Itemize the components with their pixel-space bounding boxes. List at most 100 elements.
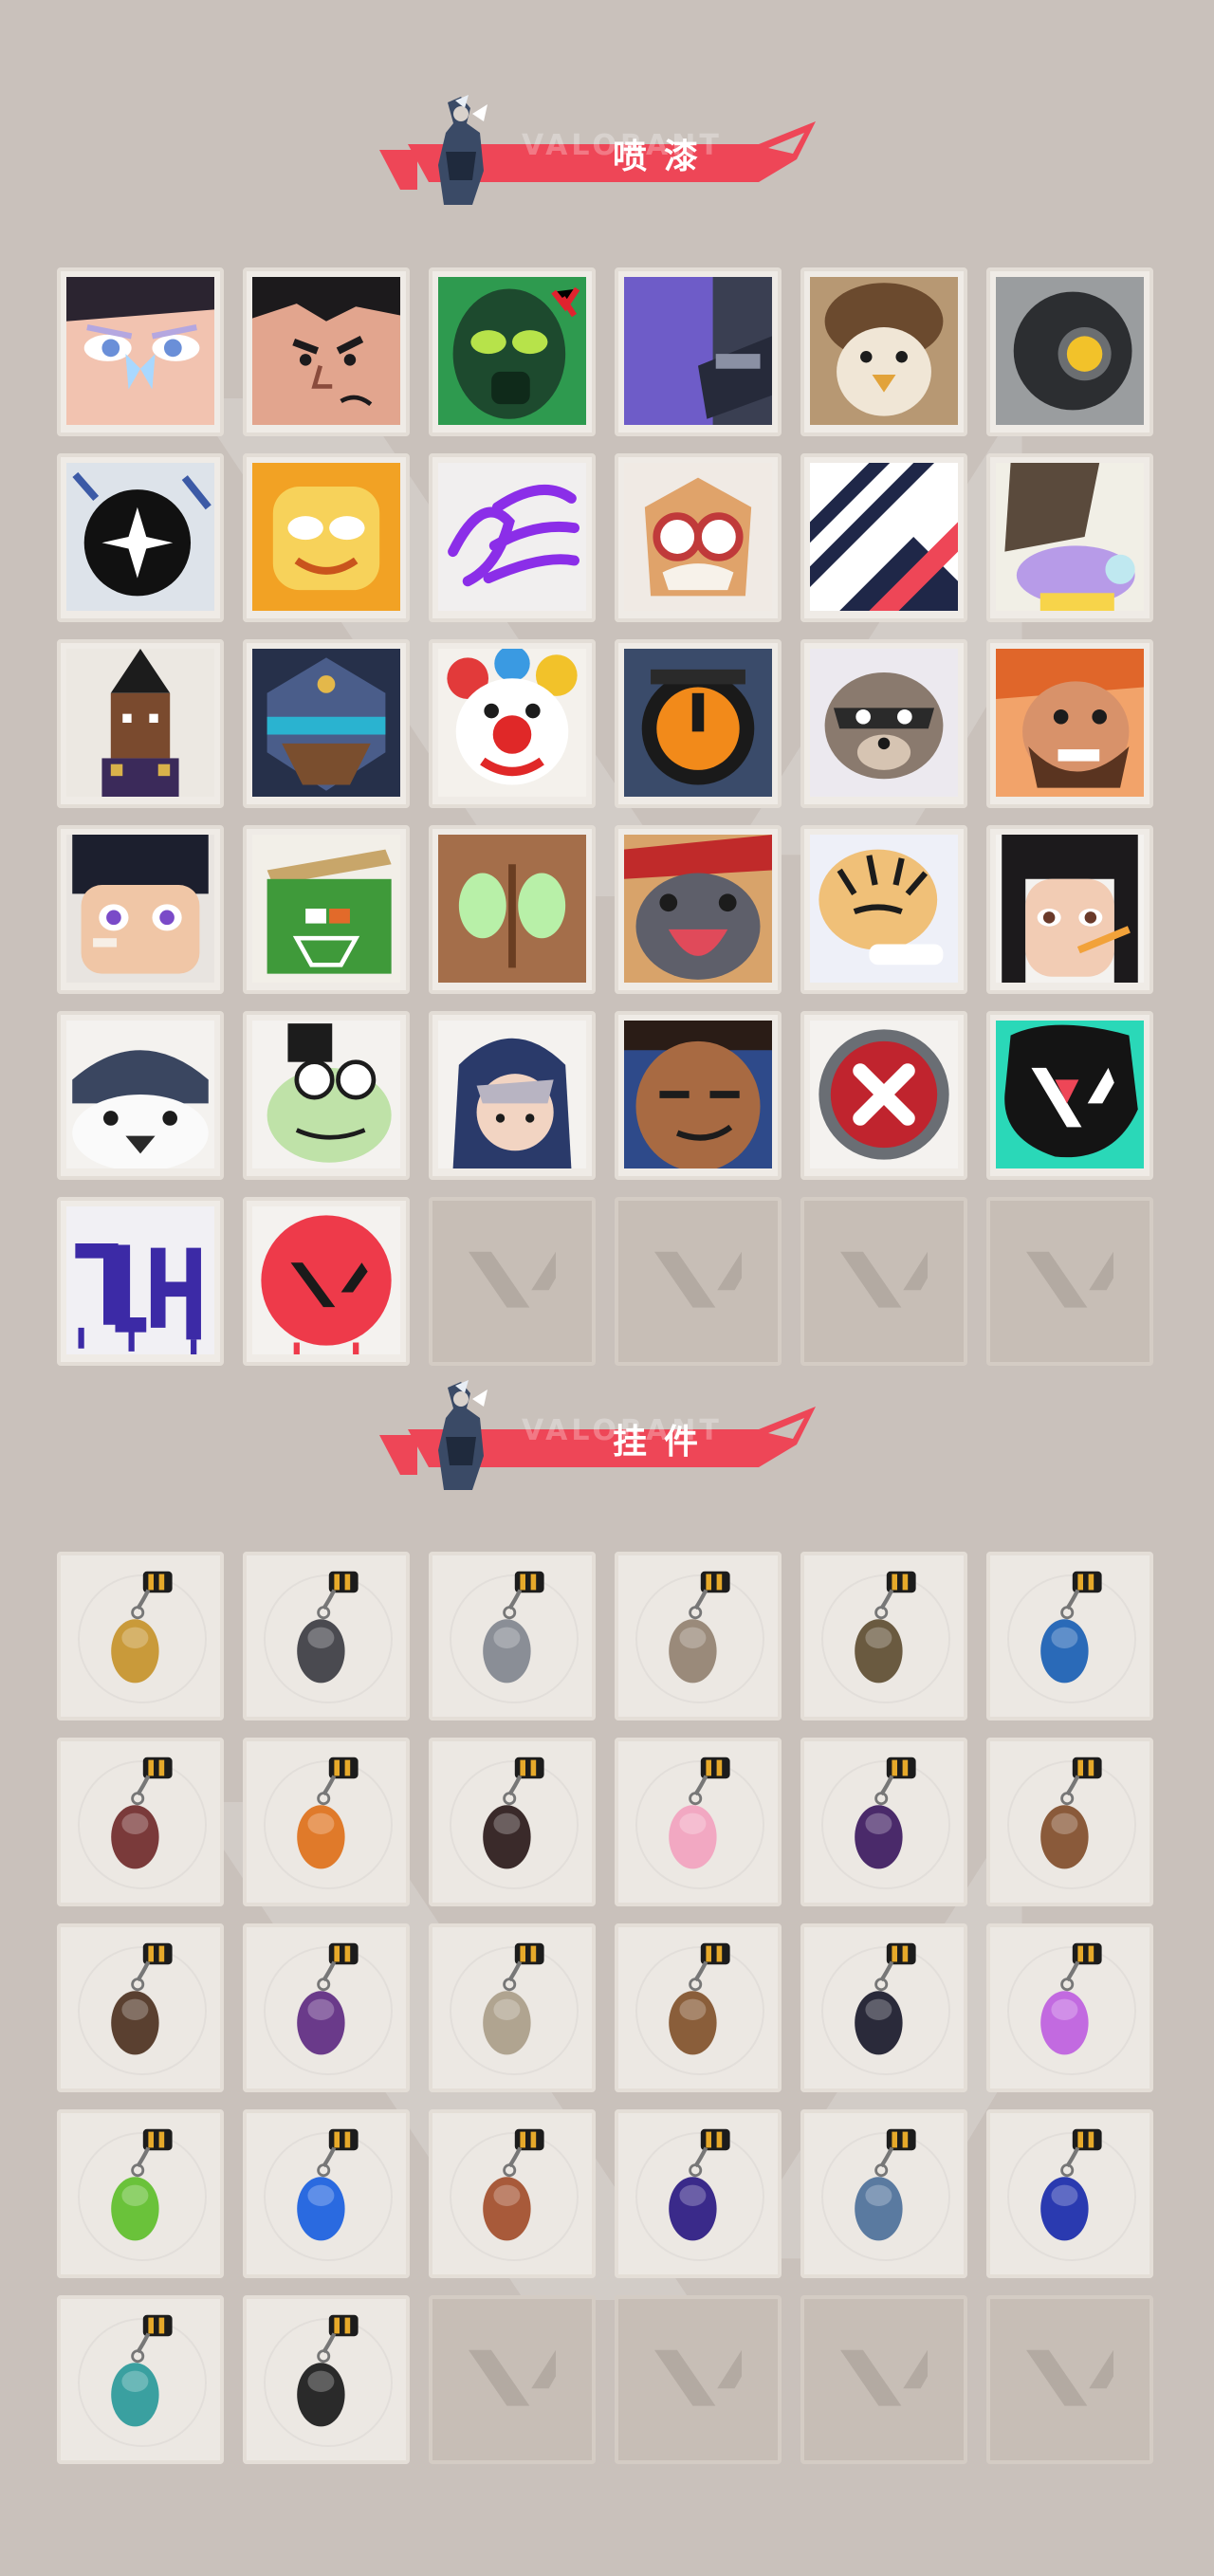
spray-tile[interactable]	[615, 639, 782, 808]
buddy-tile[interactable]	[429, 1738, 596, 1906]
buddy-tile[interactable]	[615, 1738, 782, 1906]
buddy-tile[interactable]	[243, 1552, 410, 1720]
spray-tile[interactable]	[243, 453, 410, 622]
buddy-tile[interactable]	[800, 1923, 967, 2092]
spray-tile[interactable]	[57, 825, 224, 994]
spray-tile[interactable]	[986, 1011, 1153, 1180]
spray-tile[interactable]	[243, 1011, 410, 1180]
cupcake-buddy-icon	[669, 1757, 730, 1869]
spray-tile[interactable]	[615, 267, 782, 436]
spray-tile[interactable]	[57, 639, 224, 808]
hooded-agent-spray-icon	[438, 1021, 586, 1168]
red-valorant-circle-spray-icon	[252, 1206, 400, 1354]
buddy-tile[interactable]	[57, 1552, 224, 1720]
spray-tile[interactable]	[986, 453, 1153, 622]
buddy-tile[interactable]	[57, 2109, 224, 2278]
spray-tile[interactable]	[986, 267, 1153, 436]
purple-robot-spray-icon	[624, 277, 772, 425]
golden-mask-spray-icon	[252, 463, 400, 611]
lava-lamp-buddy-icon	[1040, 1942, 1102, 2055]
spray-tile[interactable]	[800, 1011, 967, 1180]
green-eyes-creature-spray-icon	[438, 835, 586, 983]
bandaged-boy-spray-icon	[66, 835, 214, 983]
buddy-tile[interactable]	[243, 2109, 410, 2278]
buddy-tile[interactable]	[615, 1923, 782, 2092]
valorant-logo-placeholder-icon	[654, 2349, 742, 2406]
spray-tile[interactable]	[800, 453, 967, 622]
cowboy-figure-buddy-icon	[483, 1942, 544, 2055]
buddy-tile[interactable]	[800, 1738, 967, 1906]
spray-tile[interactable]	[429, 639, 596, 808]
spray-tile[interactable]	[243, 825, 410, 994]
angry-cartoon-face-spray-icon	[252, 277, 400, 425]
crying-seal-spray-icon	[624, 835, 772, 983]
buddy-tile[interactable]	[57, 1923, 224, 2092]
spray-tile[interactable]	[800, 639, 967, 808]
buddy-tile[interactable]	[615, 1552, 782, 1720]
buddy-tile[interactable]	[243, 1923, 410, 2092]
spray-tile[interactable]	[800, 267, 967, 436]
spray-tile[interactable]	[243, 1197, 410, 1366]
blue-bottle-buddy-icon	[1040, 1571, 1102, 1684]
spiked-sword-buddy-icon	[111, 1757, 173, 1869]
spray-tile[interactable]	[800, 825, 967, 994]
spray-tile[interactable]	[57, 1011, 224, 1180]
smirk-face-spray-icon	[624, 1021, 772, 1168]
spray-tile[interactable]	[986, 825, 1153, 994]
agent-figure-buddy-icon	[297, 1942, 359, 2055]
frog-top-hat-spray-icon	[252, 1021, 400, 1168]
empty-slot	[615, 2295, 782, 2464]
spray-tile[interactable]	[615, 453, 782, 622]
buddy-tile[interactable]	[986, 1923, 1153, 2092]
empty-slot	[986, 1197, 1153, 1366]
valorant-logo-placeholder-icon	[469, 2349, 556, 2406]
astronaut-buddy-icon	[297, 2128, 359, 2241]
buddy-tile[interactable]	[800, 1552, 967, 1720]
goggles-cat-spray-icon	[624, 463, 772, 611]
buddy-tile[interactable]	[800, 2109, 967, 2278]
spray-tile[interactable]	[429, 825, 596, 994]
orange-pepper-buddy-icon	[297, 1757, 359, 1869]
spray-tile[interactable]	[429, 267, 596, 436]
buddy-tile[interactable]	[243, 2295, 410, 2464]
buddy-tile[interactable]	[986, 1738, 1153, 1906]
pixel-agent-spray-icon	[66, 649, 214, 797]
buddy-tile[interactable]	[615, 2109, 782, 2278]
buddy-tile[interactable]	[986, 1552, 1153, 1720]
empty-slot	[615, 1197, 782, 1366]
buddies-section-header: VALORANT 挂件	[0, 1380, 1214, 1494]
empty-slot	[429, 2295, 596, 2464]
spray-tile[interactable]	[615, 825, 782, 994]
spray-tile[interactable]	[57, 1197, 224, 1366]
spray-tile[interactable]	[986, 639, 1153, 808]
spray-tile[interactable]	[243, 639, 410, 808]
buddy-tile[interactable]	[243, 1738, 410, 1906]
red-x-button-spray-icon	[810, 1021, 958, 1168]
buddy-tile[interactable]	[57, 2295, 224, 2464]
round-bag-buddy-icon	[855, 1571, 916, 1684]
spray-tile[interactable]	[57, 453, 224, 622]
golden-bear-buddy-icon	[111, 1571, 173, 1684]
cat-soldier-buddy-icon	[669, 1571, 730, 1684]
buddy-tile[interactable]	[429, 1552, 596, 1720]
empty-slot	[986, 2295, 1153, 2464]
green-crate-spray-icon	[252, 835, 400, 983]
boxing-bear-buddy-icon	[1040, 1757, 1102, 1869]
buddy-tile[interactable]	[429, 1923, 596, 2092]
buddy-tile[interactable]	[429, 2109, 596, 2278]
spray-tile[interactable]	[429, 453, 596, 622]
buddy-tile[interactable]	[57, 1738, 224, 1906]
spray-tile[interactable]	[57, 267, 224, 436]
ep9-medallion-purple-buddy-icon	[669, 2128, 730, 2241]
empty-slot	[800, 2295, 967, 2464]
spray-tile[interactable]	[429, 1011, 596, 1180]
girl-pencil-spray-icon	[996, 835, 1144, 983]
purple-creature-hat-spray-icon	[996, 463, 1144, 611]
spray-tile[interactable]	[615, 1011, 782, 1180]
buddy-tile[interactable]	[986, 2109, 1153, 2278]
spray-tile[interactable]	[243, 267, 410, 436]
green-gameboy-buddy-icon	[111, 2128, 173, 2241]
valorant-medallion-buddy-icon	[297, 2314, 359, 2427]
valorant-logo-placeholder-icon	[469, 1251, 556, 1308]
beanie-penguin-close-spray-icon	[66, 1021, 214, 1168]
